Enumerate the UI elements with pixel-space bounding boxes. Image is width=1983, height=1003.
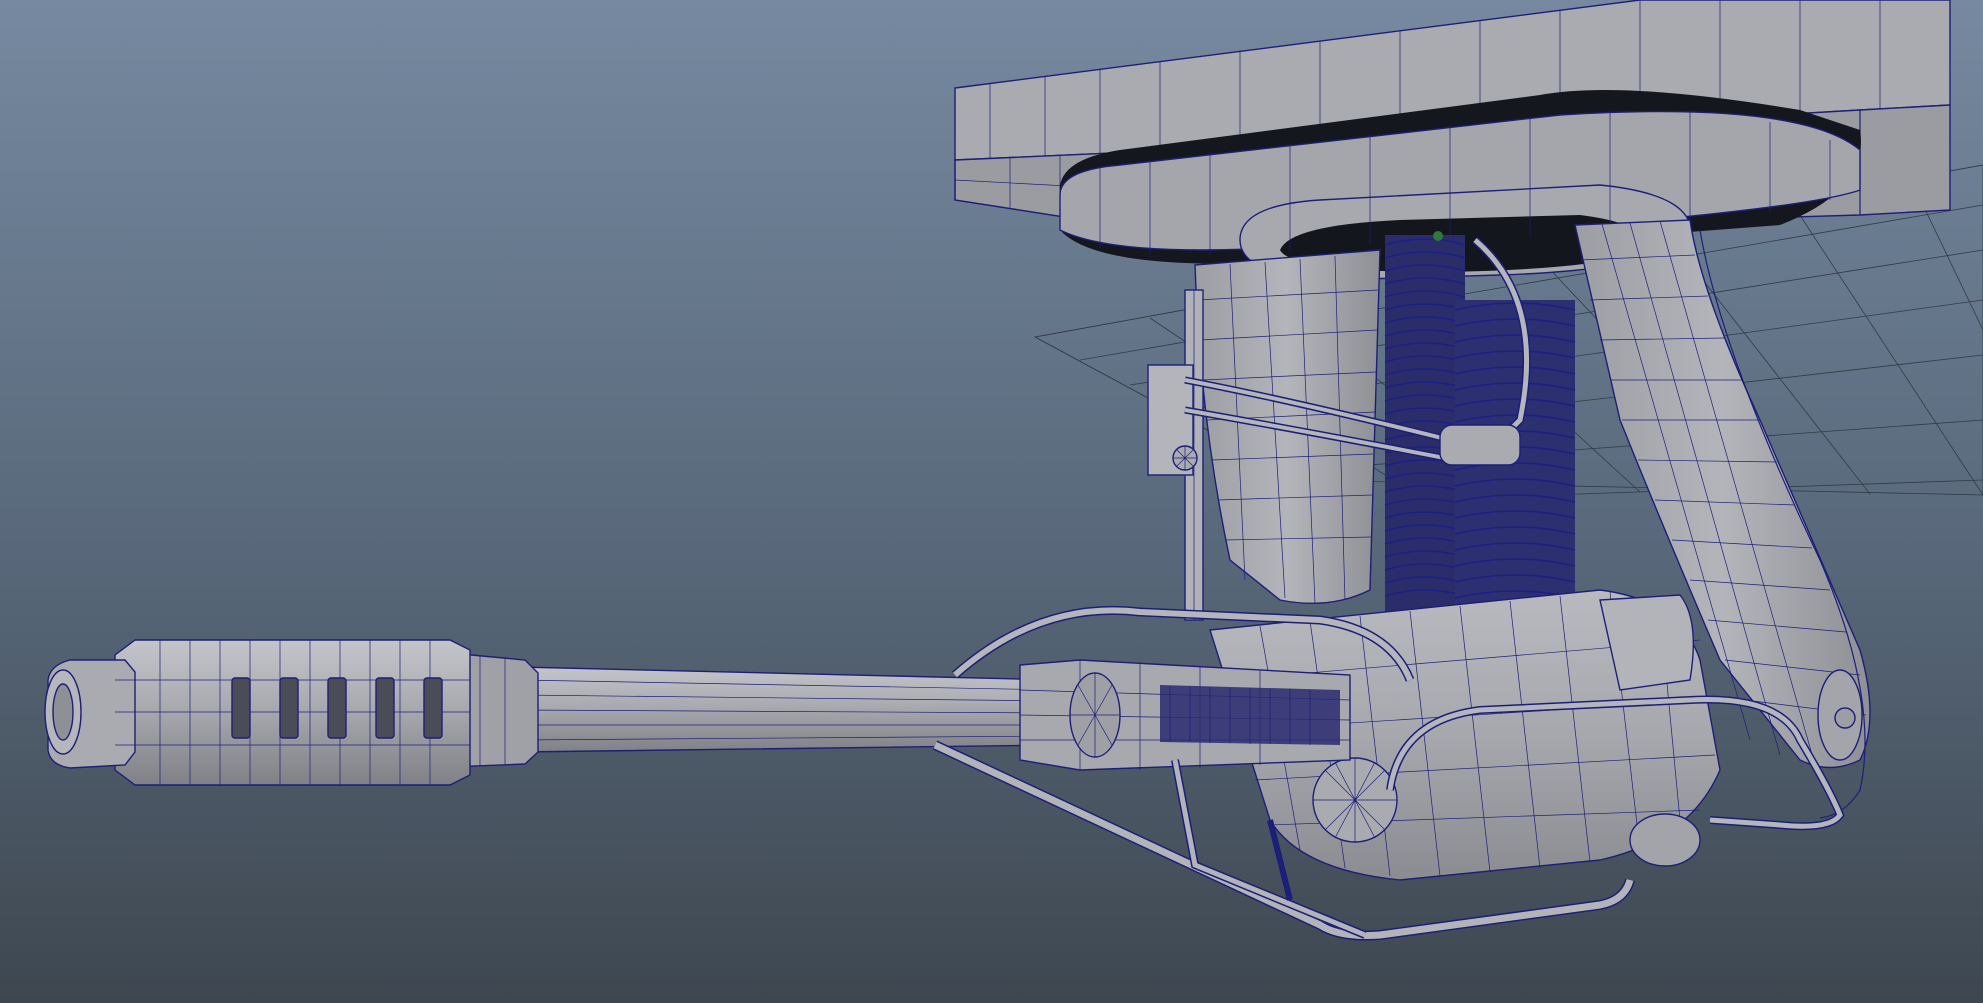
muzzle-brake[interactable]	[44, 639, 539, 786]
3d-viewport[interactable]	[0, 0, 1983, 1003]
viewport-canvas[interactable]	[0, 0, 1983, 1003]
